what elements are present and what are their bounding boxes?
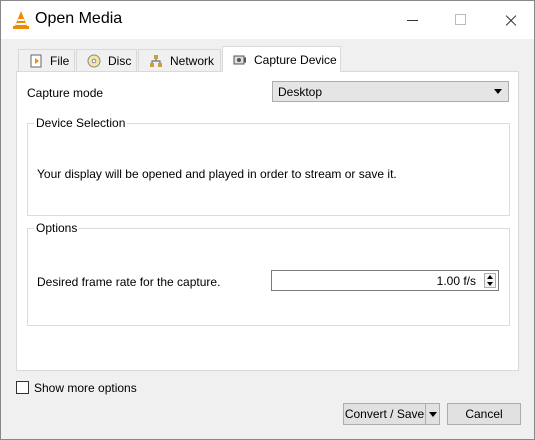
capture-mode-value: Desktop (278, 85, 323, 99)
options-title: Options (34, 221, 80, 235)
convert-save-dropdown-button[interactable] (425, 403, 440, 425)
show-more-options-label[interactable]: Show more options (34, 381, 137, 395)
device-selection-message: Your display will be opened and played i… (37, 167, 397, 181)
tab-network-label: Network (170, 53, 215, 68)
tab-disc[interactable]: Disc (76, 49, 137, 71)
frame-rate-spinbox[interactable]: 1.00 f/s (271, 270, 499, 291)
close-button[interactable] (488, 1, 534, 39)
tab-file-label: File (50, 53, 70, 68)
tab-file[interactable]: File (18, 49, 75, 71)
tab-disc-label: Disc (108, 53, 132, 68)
window-title: Open Media (35, 10, 123, 27)
maximize-button[interactable] (437, 1, 483, 39)
tab-capture-device-label: Capture Device (254, 52, 337, 67)
open-media-dialog: Open Media File Disc Network Capture Dev… (0, 0, 535, 440)
network-icon (150, 54, 162, 67)
frame-rate-stepper[interactable] (484, 273, 496, 288)
chevron-down-icon (494, 89, 502, 94)
stepper-down-icon[interactable] (487, 282, 493, 286)
frame-rate-label: Desired frame rate for the capture. (37, 275, 221, 289)
frame-rate-value: 1.00 f/s (436, 274, 476, 288)
title-bar[interactable]: Open Media (1, 1, 534, 39)
vlc-cone-icon (13, 11, 29, 29)
device-selection-title: Device Selection (34, 116, 128, 130)
stepper-up-icon[interactable] (487, 275, 493, 279)
show-more-options-checkbox[interactable] (16, 381, 29, 394)
capture-mode-select[interactable]: Desktop (272, 81, 509, 102)
file-icon (30, 54, 42, 67)
minimize-button[interactable] (390, 1, 436, 39)
device-selection-group: Device Selection Your display will be op… (27, 116, 510, 216)
tab-network[interactable]: Network (138, 49, 221, 71)
capture-device-icon (233, 55, 246, 64)
cancel-button[interactable]: Cancel (447, 403, 521, 425)
disc-icon (87, 54, 101, 67)
convert-save-button[interactable]: Convert / Save (343, 403, 426, 425)
capture-mode-label: Capture mode (27, 86, 104, 100)
capture-device-panel: Capture mode Desktop Device Selection Yo… (16, 71, 519, 371)
tab-capture-device[interactable]: Capture Device (222, 46, 341, 72)
